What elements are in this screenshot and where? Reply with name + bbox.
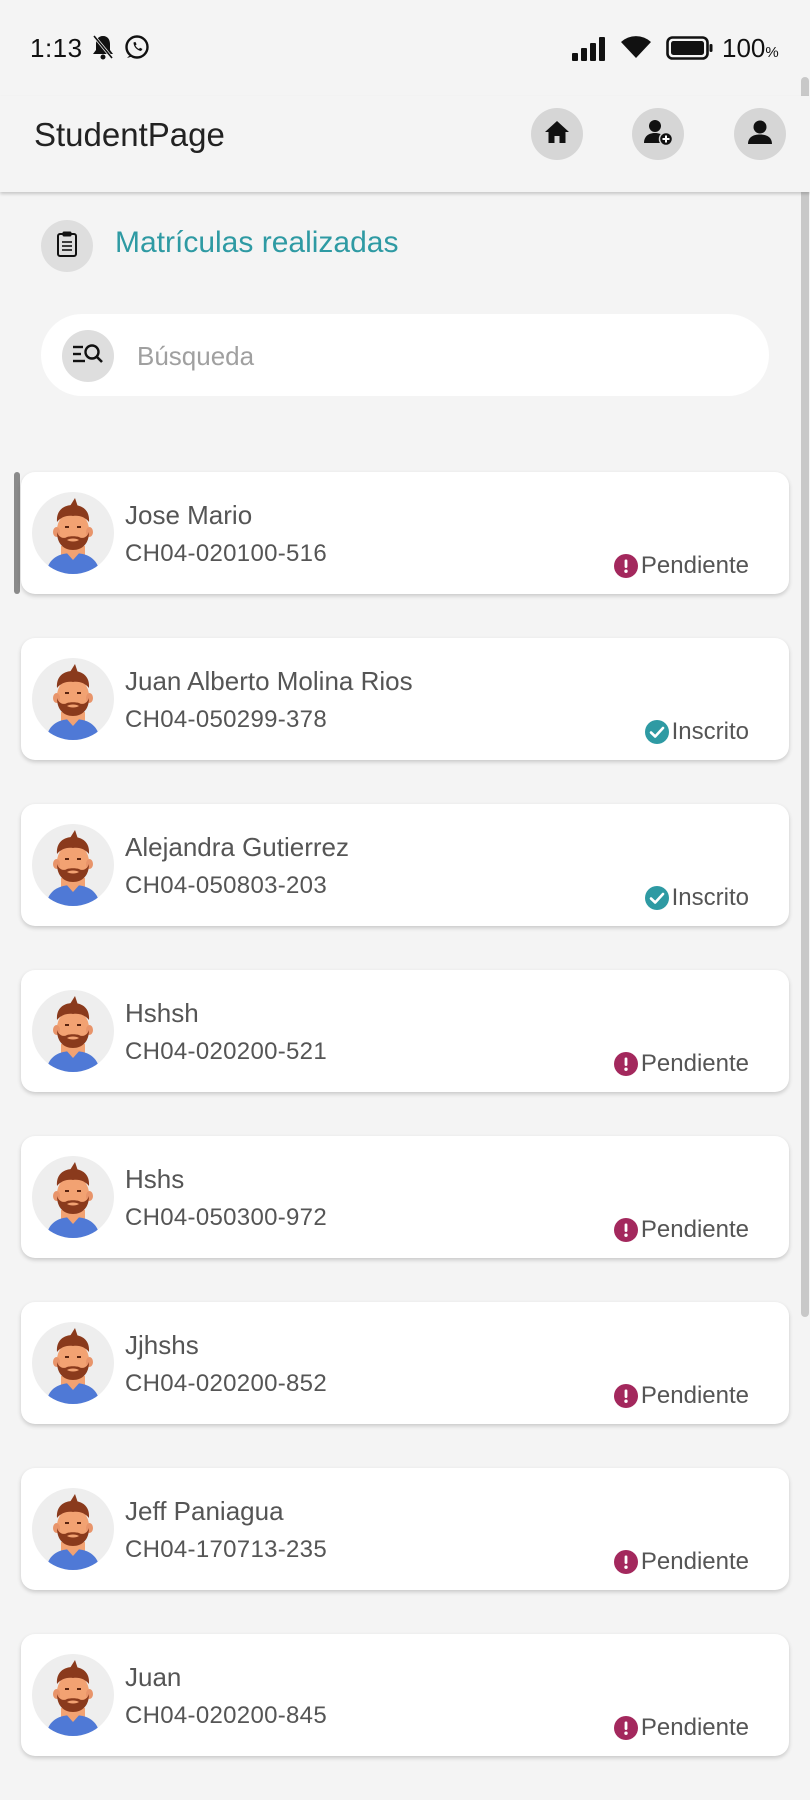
status-bar: 1:13 100% <box>0 0 810 96</box>
student-name: Hshs <box>125 1164 185 1194</box>
avatar <box>32 1654 114 1736</box>
status-badge: Pendiente <box>613 1216 749 1244</box>
status-badge: Pendiente <box>613 1050 749 1078</box>
student-card[interactable]: Juan CH04-020200-845 Pendiente <box>21 1634 789 1756</box>
alert-icon <box>613 1218 638 1242</box>
status-badge: Pendiente <box>613 1714 749 1742</box>
whatsapp-icon <box>124 34 150 65</box>
scrollbar[interactable] <box>801 77 809 1317</box>
check-circle-icon <box>644 720 669 744</box>
home-button[interactable] <box>531 108 583 160</box>
avatar <box>32 492 114 574</box>
student-name: Alejandra Gutierrez <box>125 832 349 862</box>
status-label: Inscrito <box>671 718 749 745</box>
student-name: Hshsh <box>125 998 199 1028</box>
student-name: Juan Alberto Molina Rios <box>125 666 413 696</box>
search-list-icon <box>71 341 105 372</box>
user-icon <box>746 118 774 151</box>
student-name: Jjhshs <box>125 1330 199 1360</box>
status-badge: Pendiente <box>613 1382 749 1410</box>
student-code: CH04-020200-521 <box>125 1038 327 1065</box>
student-name: Juan <box>125 1662 182 1692</box>
search-bar[interactable] <box>41 314 769 396</box>
student-card[interactable]: Jose Mario CH04-020100-516 Pendiente <box>21 472 789 594</box>
student-card[interactable]: Alejandra Gutierrez CH04-050803-203 Insc… <box>21 804 789 926</box>
avatar <box>32 1488 114 1570</box>
student-card[interactable]: Hshs CH04-050300-972 Pendiente <box>21 1136 789 1258</box>
student-code: CH04-020200-845 <box>125 1702 327 1729</box>
student-name: Jose Mario <box>125 500 253 530</box>
student-name: Jeff Paniagua <box>125 1496 284 1526</box>
home-icon <box>543 119 571 150</box>
status-label: Inscrito <box>671 884 749 911</box>
clipboard-icon <box>56 230 78 263</box>
avatar <box>32 1322 114 1404</box>
alert-icon <box>613 554 638 578</box>
avatar <box>32 824 114 906</box>
status-badge: Inscrito <box>644 718 749 746</box>
student-code: CH04-050299-378 <box>125 706 327 733</box>
student-card[interactable]: Juan Alberto Molina Rios CH04-050299-378… <box>21 638 789 760</box>
signal-icon <box>572 36 612 67</box>
alert-icon <box>613 1384 638 1408</box>
wifi-icon <box>620 34 652 65</box>
bell-off-icon <box>92 34 114 65</box>
avatar <box>32 990 114 1072</box>
avatar <box>32 1156 114 1238</box>
status-label: Pendiente <box>640 552 749 579</box>
student-code: CH04-020100-516 <box>125 540 327 567</box>
student-code: CH04-020200-852 <box>125 1370 327 1397</box>
status-label: Pendiente <box>640 1216 749 1243</box>
alert-icon <box>613 1550 638 1574</box>
status-label: Pendiente <box>640 1548 749 1575</box>
search-icon-badge[interactable] <box>62 330 114 382</box>
avatar <box>32 658 114 740</box>
section-icon-badge <box>41 220 93 272</box>
search-input[interactable] <box>135 330 739 382</box>
student-card[interactable]: Jjhshs CH04-020200-852 Pendiente <box>21 1302 789 1424</box>
student-code: CH04-050300-972 <box>125 1204 327 1231</box>
section-title: Matrículas realizadas <box>115 226 399 259</box>
status-label: Pendiente <box>640 1382 749 1409</box>
student-card[interactable]: Jeff Paniagua CH04-170713-235 Pendiente <box>21 1468 789 1590</box>
status-time: 1:13 <box>30 33 83 63</box>
add-user-icon <box>643 117 674 152</box>
status-label: Pendiente <box>640 1050 749 1077</box>
status-badge: Inscrito <box>644 884 749 912</box>
list-scroll-indicator <box>14 472 20 594</box>
app-title: StudentPage <box>34 116 225 153</box>
status-badge: Pendiente <box>613 1548 749 1576</box>
app-bar: StudentPage <box>0 96 810 192</box>
student-code: CH04-170713-235 <box>125 1536 327 1563</box>
battery-level: 100% <box>722 33 779 63</box>
check-circle-icon <box>644 886 669 910</box>
status-label: Pendiente <box>640 1714 749 1741</box>
student-card[interactable]: Hshsh CH04-020200-521 Pendiente <box>21 970 789 1092</box>
status-badge: Pendiente <box>613 552 749 580</box>
alert-icon <box>613 1716 638 1740</box>
add-student-button[interactable] <box>632 108 684 160</box>
battery-icon <box>666 36 714 65</box>
student-code: CH04-050803-203 <box>125 872 327 899</box>
profile-button[interactable] <box>734 108 786 160</box>
alert-icon <box>613 1052 638 1076</box>
